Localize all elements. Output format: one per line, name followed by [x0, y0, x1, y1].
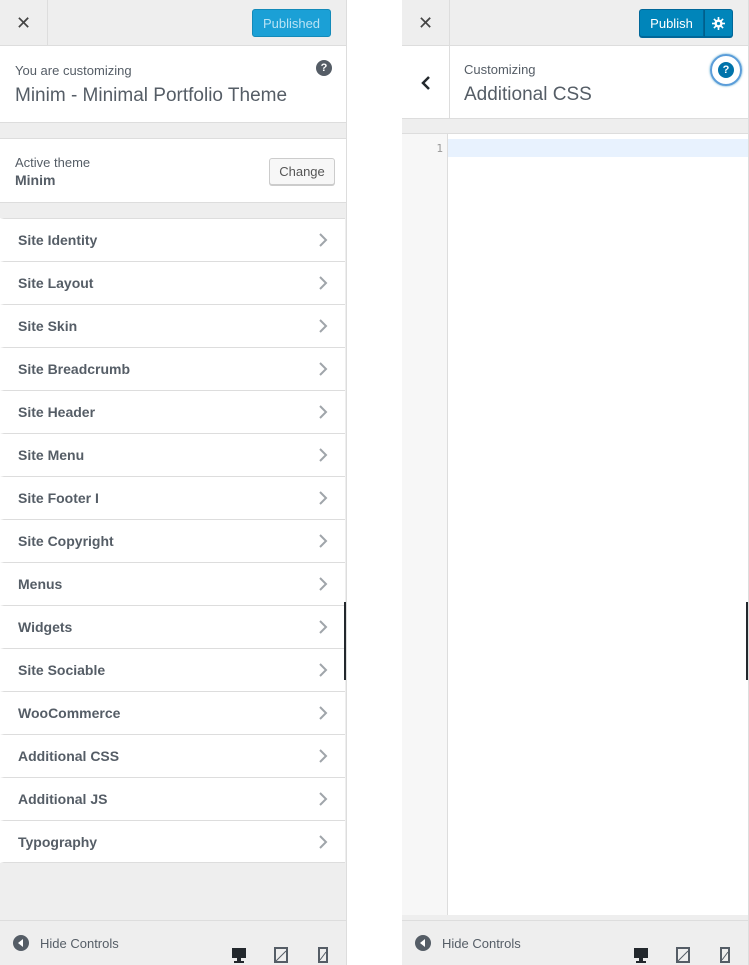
- menu-item-label: Site Copyright: [18, 533, 114, 549]
- tablet-preview-icon[interactable]: [273, 947, 289, 963]
- menu-item-woocommerce[interactable]: WooCommerce: [0, 691, 345, 734]
- menu-item-site-layout[interactable]: Site Layout: [0, 261, 345, 304]
- tablet-preview-icon[interactable]: [675, 947, 691, 963]
- menu-item-label: Site Breadcrumb: [18, 361, 131, 377]
- close-icon: ✕: [15, 12, 32, 33]
- active-theme-name: Minim: [15, 172, 56, 188]
- close-button[interactable]: ✕: [0, 0, 48, 46]
- menu-item-additional-css[interactable]: Additional CSS: [0, 734, 345, 777]
- chevron-right-icon: [319, 233, 328, 247]
- chevron-left-icon: [420, 75, 430, 90]
- menu-item-label: Site Sociable: [18, 662, 106, 678]
- chevron-right-icon: [319, 577, 328, 591]
- hide-controls-label: Hide Controls: [40, 935, 119, 951]
- menu-item-label: Site Footer I: [18, 490, 99, 506]
- menu-item-label: Site Layout: [18, 275, 94, 291]
- menu-item-label: Additional CSS: [18, 748, 120, 764]
- close-icon: ✕: [417, 12, 434, 33]
- menu-item-site-menu[interactable]: Site Menu: [0, 433, 345, 476]
- change-theme-button[interactable]: Change: [269, 158, 335, 185]
- chevron-right-icon: [319, 405, 328, 419]
- hide-controls-label: Hide Controls: [442, 935, 521, 951]
- menu-item-site-breadcrumb[interactable]: Site Breadcrumb: [0, 347, 345, 390]
- menu-item-label: Additional JS: [18, 791, 108, 807]
- customizing-info: You are customizing Minim - Minimal Port…: [0, 46, 346, 123]
- menu-item-site-header[interactable]: Site Header: [0, 390, 345, 433]
- line-number-gutter: 1: [402, 134, 448, 915]
- menu-item-label: Site Menu: [18, 447, 85, 463]
- chevron-right-icon: [319, 749, 328, 763]
- close-button[interactable]: ✕: [402, 0, 450, 46]
- chevron-right-icon: [319, 276, 328, 290]
- scrollbar[interactable]: [746, 602, 748, 680]
- menu-item-label: Typography: [18, 833, 98, 850]
- customizer-header: ✕ Published: [0, 0, 346, 46]
- collapse-arrow-icon: [415, 935, 431, 951]
- chevron-right-icon: [319, 319, 328, 333]
- menu-item-site-skin[interactable]: Site Skin: [0, 304, 345, 347]
- customizer-footer: Hide Controls: [402, 920, 748, 965]
- help-icon: ?: [718, 62, 734, 78]
- menu-item-widgets[interactable]: Widgets: [0, 605, 345, 648]
- help-button[interactable]: ?: [710, 54, 742, 86]
- gear-icon: [712, 16, 725, 30]
- menu-item-menus[interactable]: Menus: [0, 562, 345, 605]
- section-header: Customizing Additional CSS ?: [402, 46, 748, 119]
- menu-item-label: Site Skin: [18, 318, 78, 334]
- chevron-right-icon: [319, 792, 328, 806]
- publish-button[interactable]: Publish: [639, 9, 704, 37]
- scrollbar[interactable]: [344, 602, 346, 680]
- chevron-right-icon: [319, 362, 328, 376]
- active-theme-section: Active theme Minim Change: [0, 138, 346, 203]
- menu-item-label: Site Header: [18, 404, 96, 420]
- menu-item-label: Site Identity: [18, 232, 98, 248]
- active-code-line[interactable]: [448, 139, 748, 157]
- customizing-subtitle: You are customizing: [15, 63, 132, 78]
- mobile-preview-icon[interactable]: [717, 947, 733, 963]
- published-button[interactable]: Published: [252, 9, 331, 37]
- menu-item-additional-js[interactable]: Additional JS: [0, 777, 345, 820]
- menu-item-label: Menus: [18, 576, 63, 592]
- customizer-panel-left: ✕ Published You are customizing Minim - …: [0, 0, 347, 965]
- back-button[interactable]: [402, 46, 450, 119]
- menu-item-typography[interactable]: Typography: [0, 820, 345, 863]
- section-title: Additional CSS: [464, 84, 592, 105]
- desktop-preview-icon[interactable]: [231, 947, 247, 963]
- active-theme-label: Active theme: [15, 155, 91, 170]
- css-code-editor[interactable]: 1: [402, 133, 748, 915]
- chevron-right-icon: [319, 534, 328, 548]
- menu-item-site-copyright[interactable]: Site Copyright: [0, 519, 345, 562]
- desktop-preview-icon[interactable]: [633, 947, 649, 963]
- menu-item-label: WooCommerce: [18, 705, 121, 721]
- menu-item-site-sociable[interactable]: Site Sociable: [0, 648, 345, 691]
- theme-title: Minim - Minimal Portfolio Theme: [15, 85, 288, 106]
- line-number: 1: [436, 142, 443, 155]
- customizer-header: ✕ Publish: [402, 0, 748, 46]
- chevron-right-icon: [319, 706, 328, 720]
- customizer-footer: Hide Controls: [0, 920, 346, 965]
- menu-item-site-identity[interactable]: Site Identity: [0, 218, 345, 261]
- chevron-right-icon: [319, 620, 328, 634]
- publish-settings-button[interactable]: [704, 9, 733, 37]
- mobile-preview-icon[interactable]: [315, 947, 331, 963]
- customizing-subtitle: Customizing: [464, 62, 536, 77]
- chevron-right-icon: [319, 448, 328, 462]
- collapse-arrow-icon: [13, 935, 29, 951]
- menu-item-site-footer[interactable]: Site Footer I: [0, 476, 345, 519]
- hide-controls-button[interactable]: Hide Controls: [415, 935, 521, 951]
- customizer-panel-right: ✕ Publish Customizing Additional CSS ? 1…: [402, 0, 749, 965]
- customizer-menu: Site Identity Site Layout Site Skin Site…: [0, 218, 345, 863]
- chevron-right-icon: [319, 835, 328, 849]
- chevron-right-icon: [319, 491, 328, 505]
- help-icon[interactable]: ?: [316, 60, 332, 76]
- hide-controls-button[interactable]: Hide Controls: [13, 935, 119, 951]
- menu-item-label: Widgets: [18, 619, 73, 635]
- chevron-right-icon: [319, 663, 328, 677]
